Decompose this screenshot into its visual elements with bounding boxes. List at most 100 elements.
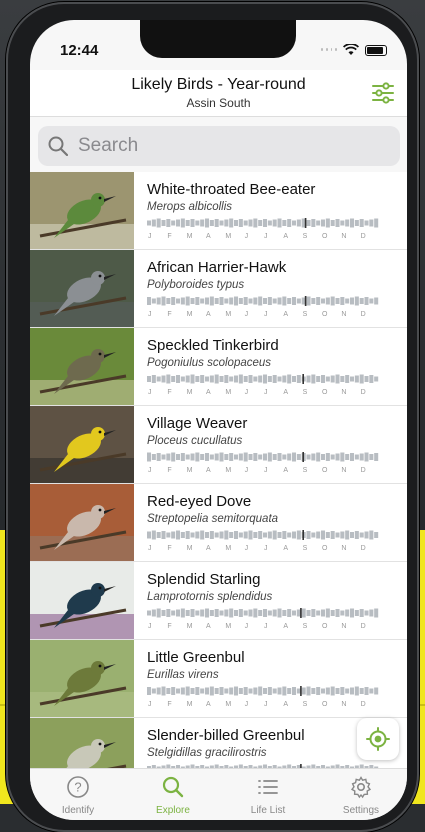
filter-sliders-icon[interactable] [371,82,395,104]
occurrence-bar [292,531,297,539]
tab-explore[interactable]: Explore [137,775,209,820]
occurrence-bar [248,219,253,227]
month-label: J [244,545,249,552]
tab-bar: ? Identify Explore Life List Settings [30,768,407,820]
list-item[interactable]: African Harrier-Hawk Polyboroides typus J F… [30,250,407,328]
occurrence-bar [272,454,277,460]
question-icon: ? [67,776,89,798]
list-item[interactable]: Slender-billed Greenbul Stelgidillas grac… [30,718,407,768]
occurrence-bar [209,220,214,226]
month-labels: JFMAMJJASOND [147,233,379,242]
occurrence-bar [282,531,287,539]
occurrence-bar [248,298,253,304]
occurrence-bar [258,531,263,539]
occurrence-bar [277,376,282,382]
search-input[interactable]: Search [78,135,138,157]
page-title: Likely Birds - Year-round [131,76,306,93]
current-date-marker [302,452,304,462]
occurrence-bar [316,452,321,462]
occurrence-bar [190,532,195,538]
month-label: O [322,545,328,552]
occurrence-bar [156,376,161,382]
month-label: M [225,545,232,552]
occurrence-bar [185,296,190,306]
occurrence-bar [248,609,253,617]
tab-settings[interactable]: Settings [325,775,397,820]
occurrence-bar [180,453,185,461]
occurrence-bar [321,298,326,304]
month-label: J [244,233,249,240]
occurrence-bar [272,375,277,383]
month-label: A [283,311,288,318]
occurrence-bar [272,298,277,304]
month-label: N [341,701,347,708]
occurrence-bar [224,609,229,617]
list-item[interactable]: Village Weaver Ploceus cucullatus J F M A M J J A… [30,406,407,484]
month-label: F [167,701,172,708]
occurrence-bar [253,297,258,305]
list-item[interactable]: Speckled Tinkerbird Pogoniulus scolopaceu… [30,328,407,406]
occurrence-bar [374,297,379,305]
occurrence-bar [354,531,359,539]
search-bar[interactable]: Search [38,126,400,166]
month-label: S [302,467,308,474]
occurrence-bar [350,532,355,538]
bird-scientific-name: Polyboroides typus [147,279,245,291]
month-label: S [302,389,308,396]
occurrence-bar [369,609,374,617]
month-labels: JFMAMJJASOND [147,389,379,398]
signal-icon [321,48,337,52]
occurrence-bar [219,297,224,305]
list-item[interactable]: Splendid Starling Lamprotornis splendidus… [30,562,407,640]
occurrence-bar [267,531,272,539]
occurrence-bar [277,297,282,305]
occurrence-bar [238,219,243,227]
tab-life-list[interactable]: Life List [232,775,304,820]
occurrence-bar [369,530,374,540]
occurrence-bar [224,219,229,227]
occurrence-bar [316,297,321,305]
occurrence-bar [306,454,311,460]
list-item[interactable]: White-throated Bee-eater Merops albicolli… [30,172,407,250]
occurrence-bar [272,219,277,227]
list-item[interactable]: Little Greenbul Eurillas virens J F M A M J J A S O… [30,640,407,718]
list-item[interactable]: Red-eyed Dove Streptopelia semitorquata J F… [30,484,407,562]
occurrence-bar [350,376,355,382]
occurrence-bar [258,686,263,696]
month-label: J [264,623,268,630]
occurrence-bar [156,687,161,695]
bird-list[interactable]: White-throated Bee-eater Merops albicolli… [30,172,407,768]
occurrence-bar [364,531,369,539]
battery-icon [365,44,387,56]
occurrence-bar [374,376,379,382]
tab-identify[interactable]: ? Identify [42,775,114,820]
month-label: A [206,233,211,240]
occurrence-bar [161,220,166,226]
occurrence-bar [243,687,248,695]
month-label: A [206,311,211,318]
occurrence-bar [205,218,210,228]
occurrence-bar [229,453,234,461]
occurrence-bar [156,297,161,305]
month-label: J [264,467,268,474]
occurrence-bar [330,686,335,696]
locate-button[interactable] [357,718,399,760]
occurrence-bar [180,687,185,695]
occurrence-bar [219,452,224,462]
occurrence-bar [156,453,161,461]
occurrence-bar [374,608,379,618]
month-label: A [283,467,288,474]
occurrence-bar [176,609,181,617]
occurrence-bar [238,298,243,304]
bird-scientific-name: Pogoniulus scolopaceus [147,357,272,369]
month-label: D [360,389,366,396]
occurrence-bar [234,296,239,306]
occurrence-bar [330,375,335,383]
occurrence-bar [171,220,176,226]
occurrence-bar [263,298,268,304]
occurrence-bar [190,609,195,617]
occurrence-bar [267,610,272,616]
occurrence-bar [258,610,263,616]
occurrence-bar [263,219,268,227]
occurrence-bar [354,610,359,616]
